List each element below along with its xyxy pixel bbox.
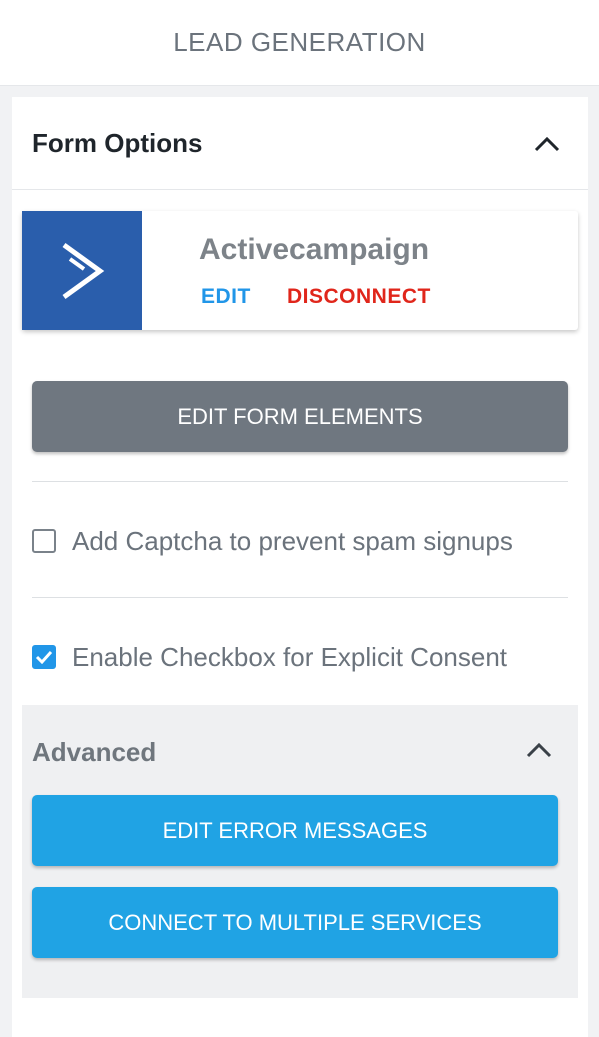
edit-error-messages-button[interactable]: EDIT ERROR MESSAGES <box>32 795 558 866</box>
edit-form-elements-button[interactable]: EDIT FORM ELEMENTS <box>32 381 568 452</box>
captcha-option[interactable]: Add Captcha to prevent spam signups <box>32 526 513 556</box>
divider <box>32 597 568 598</box>
consent-option[interactable]: Enable Checkbox for Explicit Consent <box>32 642 507 672</box>
activecampaign-logo-icon <box>22 211 142 330</box>
header-bar: LEAD GENERATION <box>0 0 599 86</box>
captcha-checkbox[interactable] <box>32 529 56 553</box>
checkmark-icon <box>35 650 53 664</box>
advanced-section: Advanced EDIT ERROR MESSAGES CONNECT TO … <box>22 705 578 998</box>
divider <box>32 481 568 482</box>
connect-multiple-services-button[interactable]: CONNECT TO MULTIPLE SERVICES <box>32 887 558 958</box>
form-options-panel: Form Options Activecampaign EDIT DISCONN… <box>12 97 588 1037</box>
service-card: Activecampaign EDIT DISCONNECT <box>22 211 578 330</box>
page-title: LEAD GENERATION <box>173 27 426 57</box>
chevron-up-icon[interactable] <box>532 129 562 159</box>
advanced-title[interactable]: Advanced <box>32 737 156 768</box>
captcha-label: Add Captcha to prevent spam signups <box>72 525 513 556</box>
chevron-up-icon[interactable] <box>524 735 554 765</box>
service-name: Activecampaign <box>199 233 430 266</box>
form-options-header[interactable]: Form Options <box>12 97 588 190</box>
service-disconnect-link[interactable]: DISCONNECT <box>287 285 431 309</box>
service-edit-link[interactable]: EDIT <box>201 285 251 309</box>
form-options-title: Form Options <box>32 128 203 158</box>
consent-label: Enable Checkbox for Explicit Consent <box>72 641 508 672</box>
consent-checkbox[interactable] <box>32 645 56 669</box>
